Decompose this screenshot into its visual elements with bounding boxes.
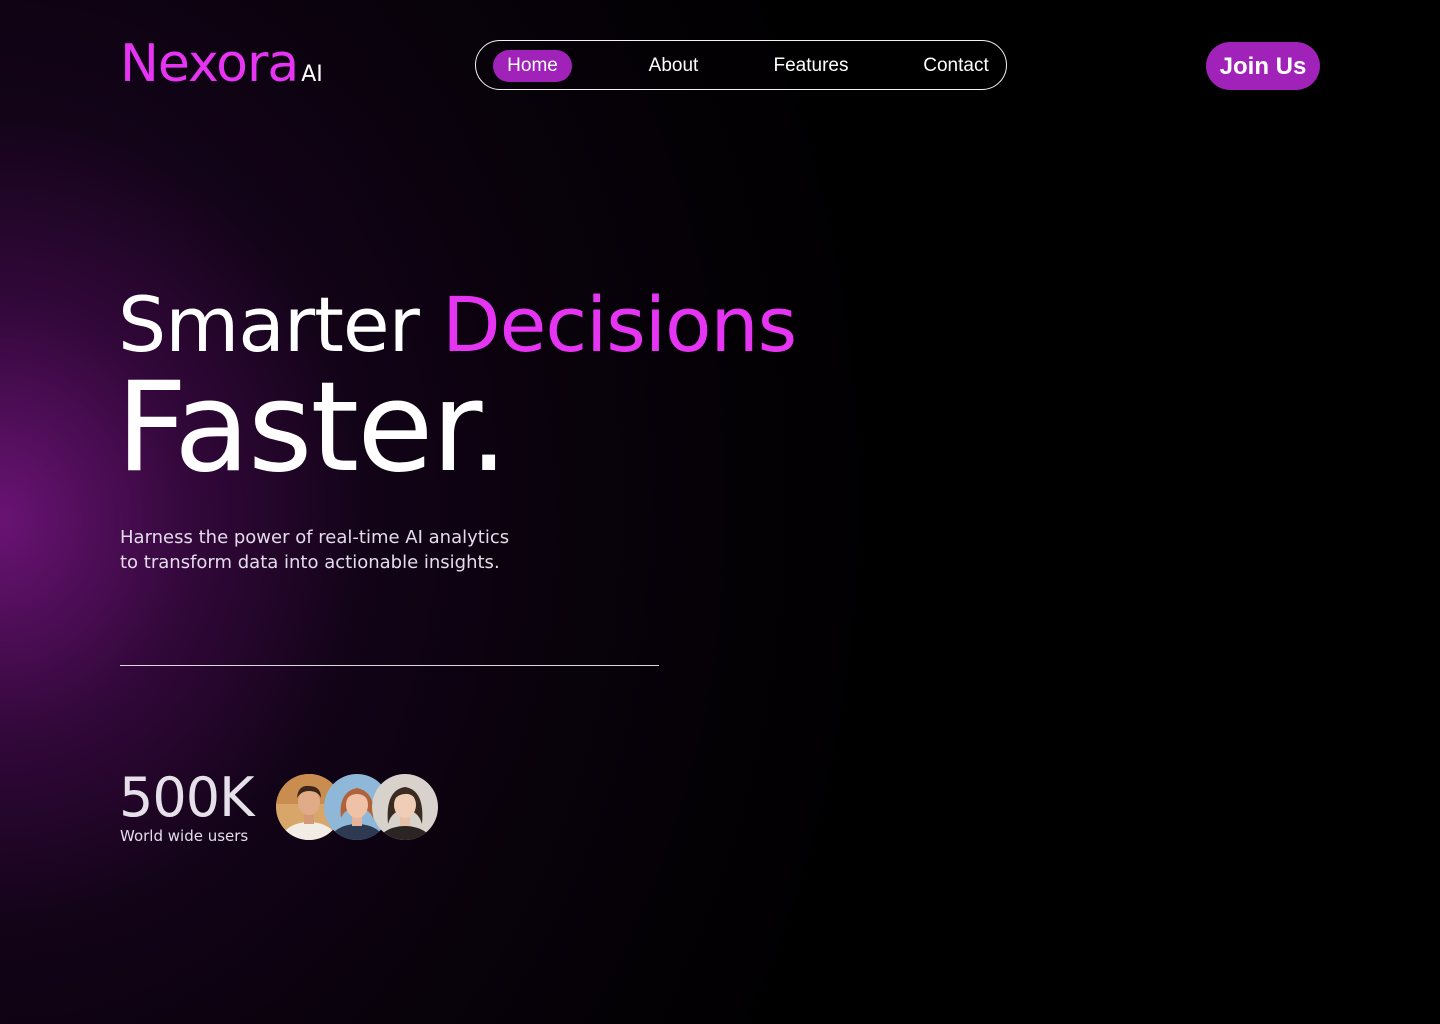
nav-item-features[interactable]: Features: [766, 50, 856, 82]
user-count: 500K: [119, 766, 254, 829]
nav-item-contact[interactable]: Contact: [916, 50, 996, 82]
hero-headline-line2: Faster.: [116, 356, 508, 500]
brand-logo[interactable]: Nexora AI: [120, 38, 323, 90]
subtitle-line1: Harness the power of real-time AI analyt…: [120, 527, 510, 548]
hero-subtitle: Harness the power of real-time AI analyt…: [120, 525, 540, 575]
subtitle-line2: to transform data into actionable insigh…: [120, 552, 500, 573]
brand-suffix: AI: [301, 62, 323, 87]
main-nav: Home About Features Contact: [475, 40, 1007, 90]
landing-page: Nexora AI Home About Features Contact Jo…: [0, 0, 1440, 1024]
section-divider: [120, 665, 659, 666]
user-avatar-female-darkhair-icon: [372, 774, 438, 840]
nav-item-about[interactable]: About: [636, 50, 711, 82]
nav-item-home[interactable]: Home: [493, 50, 572, 82]
brand-name: Nexora: [120, 34, 299, 94]
user-avatars: [276, 774, 446, 842]
user-count-label: World wide users: [120, 827, 249, 845]
join-us-button[interactable]: Join Us: [1206, 42, 1320, 90]
